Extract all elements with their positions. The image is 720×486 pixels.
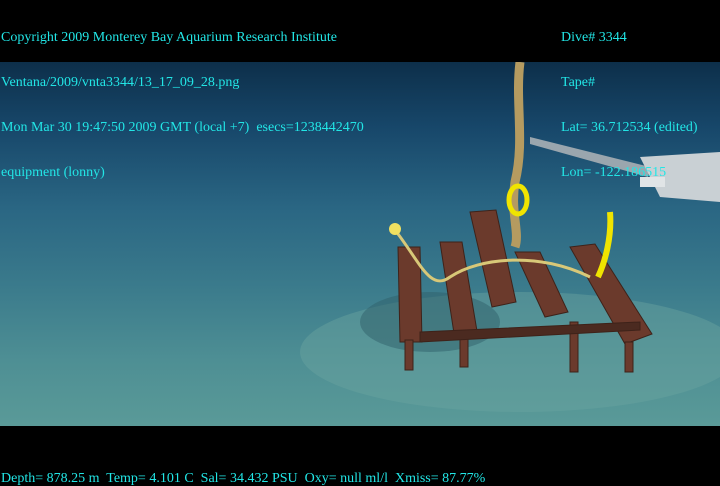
dive-number: Dive# 3344 bbox=[561, 30, 627, 45]
file-path: Ventana/2009/vnta3344/13_17_09_28.png bbox=[1, 75, 240, 90]
sensor-readout: Depth= 878.25 m Temp= 4.101 C Sal= 34.43… bbox=[1, 471, 486, 486]
longitude: Lon= -122.186515 bbox=[561, 165, 667, 180]
latitude: Lat= 36.712534 (edited) bbox=[561, 120, 698, 135]
copyright: Copyright 2009 Monterey Bay Aquarium Res… bbox=[1, 30, 337, 45]
annotation-label: equipment (lonny) bbox=[1, 165, 105, 180]
timestamp: Mon Mar 30 19:47:50 2009 GMT (local +7) … bbox=[1, 120, 364, 135]
tape-number: Tape# bbox=[561, 75, 596, 90]
header-right: Dive# 3344 Tape# Lat= 36.712534 (edited)… bbox=[561, 0, 698, 210]
header-left: Copyright 2009 Monterey Bay Aquarium Res… bbox=[1, 0, 364, 210]
video-frame: Copyright 2009 Monterey Bay Aquarium Res… bbox=[0, 0, 720, 486]
